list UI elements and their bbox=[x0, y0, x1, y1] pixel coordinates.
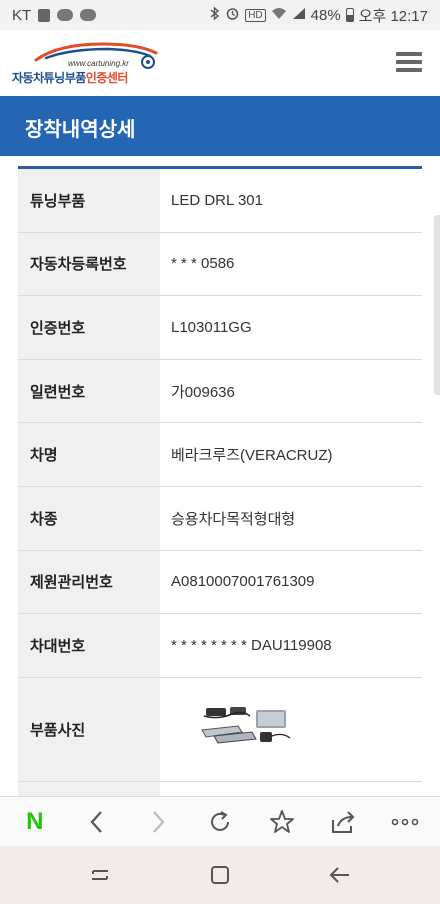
back-icon bbox=[90, 810, 102, 833]
site-logo[interactable]: www.cartuning.kr 자동차튜닝부품인증센터 bbox=[8, 38, 168, 88]
carrier-label: KT bbox=[12, 6, 32, 24]
detail-row-car-type: 차종 승용차다목적형대형 bbox=[18, 486, 422, 551]
detail-value: 승용차다목적형대형 bbox=[160, 486, 422, 550]
detail-value: L103011GG bbox=[160, 296, 422, 359]
battery-percent: 48% bbox=[310, 6, 341, 24]
detail-row-certification-number: 인증번호 L103011GG bbox=[18, 296, 422, 360]
site-header: www.cartuning.kr 자동차튜닝부품인증센터 bbox=[0, 30, 440, 96]
page: KT HD 48% 오후 12:17 www.cartuning.kr 자동차튜… bbox=[0, 0, 440, 904]
hamburger-menu-icon[interactable] bbox=[396, 52, 422, 72]
system-navigation-bar bbox=[0, 846, 440, 904]
part-photo[interactable] bbox=[198, 702, 298, 750]
page-title-bar: 장착내역상세 bbox=[0, 96, 440, 156]
back-button[interactable] bbox=[77, 802, 117, 842]
detail-label: 자동차등록번호 bbox=[18, 232, 160, 296]
detail-value bbox=[160, 677, 422, 781]
forward-icon bbox=[153, 810, 165, 833]
detail-value: * * * * * * * * DAU119908 bbox=[160, 614, 422, 677]
share-icon bbox=[332, 810, 355, 833]
detail-label: 부품사진 bbox=[18, 677, 160, 781]
notification-icon bbox=[38, 8, 51, 22]
detail-label: 차대번호 bbox=[18, 614, 160, 677]
recent-apps-icon bbox=[92, 870, 108, 880]
install-detail-table: 튜닝부품 LED DRL 301 자동차등록번호 * * * 0586 인증번호… bbox=[18, 166, 422, 822]
detail-label: 일련번호 bbox=[18, 359, 160, 423]
logo-name-main: 자동차튜닝부품 bbox=[12, 71, 86, 85]
logo-name: 자동차튜닝부품인증센터 bbox=[12, 69, 128, 86]
reload-button[interactable] bbox=[200, 802, 240, 842]
forward-button[interactable] bbox=[138, 802, 178, 842]
naver-logo-icon: N bbox=[26, 807, 44, 835]
detail-row-chassis-number: 차대번호 * * * * * * * * DAU119908 bbox=[18, 614, 422, 678]
wifi-icon bbox=[271, 7, 287, 24]
share-button[interactable] bbox=[323, 802, 363, 842]
home-button[interactable] bbox=[200, 855, 240, 895]
more-icon bbox=[391, 818, 419, 825]
detail-label: 차종 bbox=[18, 486, 160, 550]
message-icon bbox=[80, 9, 97, 21]
bookmark-button[interactable] bbox=[262, 802, 302, 842]
status-bar: KT HD 48% 오후 12:17 bbox=[0, 0, 440, 30]
logo-name-accent: 인증센터 bbox=[85, 71, 129, 85]
hd-voice-icon: HD bbox=[245, 8, 266, 22]
detail-row-car-name: 차명 베라크루즈(VERACRUZ) bbox=[18, 423, 422, 487]
detail-row-registration-number: 자동차등록번호 * * * 0586 bbox=[18, 232, 422, 297]
back-arrow-icon bbox=[329, 867, 349, 883]
system-back-button[interactable] bbox=[320, 855, 360, 895]
detail-label: 차명 bbox=[18, 423, 160, 486]
detail-row-spec-management-number: 제원관리번호 A0810007001761309 bbox=[18, 550, 422, 615]
battery-icon bbox=[345, 8, 354, 22]
detail-row-serial-number: 일련번호 가009636 bbox=[18, 359, 422, 424]
bluetooth-icon bbox=[210, 5, 220, 25]
clock: 오후 12:17 bbox=[358, 7, 428, 25]
detail-label: 튜닝부품 bbox=[18, 169, 160, 232]
chat-bubble-icon bbox=[57, 9, 74, 21]
reload-icon bbox=[210, 810, 229, 831]
detail-value: A0810007001761309 bbox=[160, 550, 422, 614]
detail-value: LED DRL 301 bbox=[160, 169, 422, 232]
detail-value: * * * 0586 bbox=[160, 232, 422, 296]
page-title: 장착내역상세 bbox=[25, 119, 136, 141]
detail-label: 인증번호 bbox=[18, 296, 160, 359]
home-icon bbox=[211, 866, 229, 884]
alarm-icon bbox=[225, 6, 240, 25]
detail-value: 베라크루즈(VERACRUZ) bbox=[160, 423, 422, 486]
detail-row-tuning-part: 튜닝부품 LED DRL 301 bbox=[18, 169, 422, 233]
detail-value: 가009636 bbox=[160, 359, 422, 423]
signal-icon bbox=[292, 7, 306, 24]
browser-toolbar: N bbox=[0, 796, 440, 846]
scrollbar[interactable] bbox=[434, 215, 440, 395]
detail-row-part-photo: 부품사진 bbox=[18, 677, 422, 782]
detail-label: 제원관리번호 bbox=[18, 550, 160, 614]
naver-home-button[interactable]: N bbox=[15, 802, 55, 842]
bookmark-star-icon bbox=[269, 809, 294, 833]
recent-apps-button[interactable] bbox=[80, 855, 120, 895]
more-button[interactable] bbox=[385, 802, 425, 842]
logo-url: www.cartuning.kr bbox=[68, 59, 129, 68]
